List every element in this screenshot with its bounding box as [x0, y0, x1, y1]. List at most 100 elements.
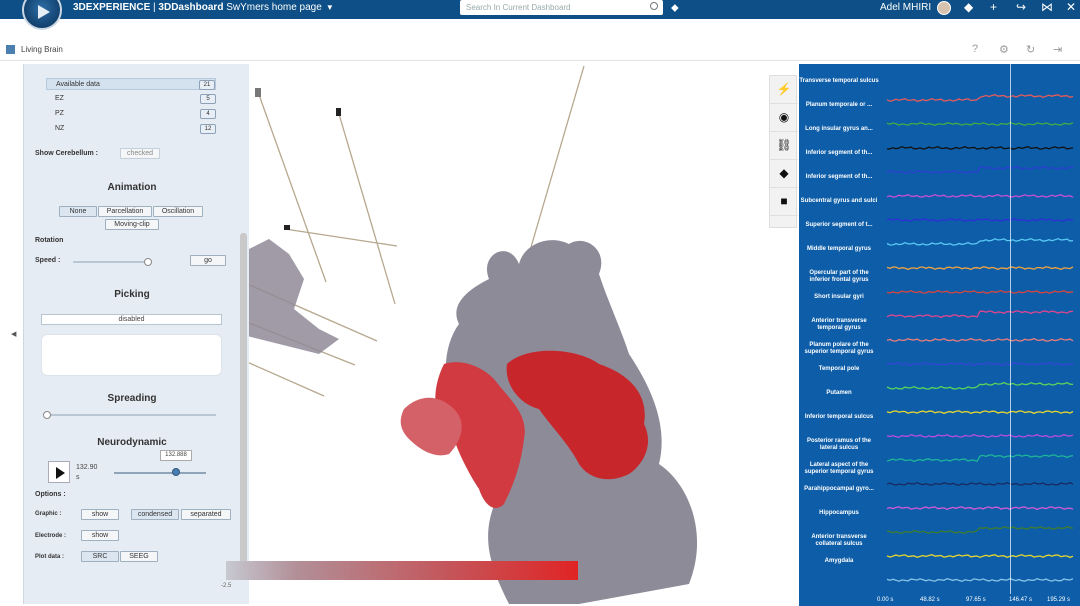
plot-src-button[interactable]: SRC: [81, 551, 119, 562]
rotation-title: Rotation: [35, 237, 64, 244]
data-count-badge: 4: [200, 109, 216, 119]
network-icon[interactable]: ⋈: [1041, 0, 1053, 14]
top-bar: 3DEXPERIENCE | 3DDashboard SwYmers home …: [0, 0, 1080, 30]
app-title[interactable]: 3DEXPERIENCE | 3DDashboard SwYmers home …: [73, 2, 334, 13]
eye-icon[interactable]: ◉: [770, 104, 798, 132]
graphic-separated-button[interactable]: separated: [181, 509, 231, 520]
data-row-label: EZ: [55, 95, 64, 102]
signal-trace: [886, 289, 1074, 294]
data-row-label: NZ: [55, 125, 65, 132]
time-value: 132.90: [76, 464, 98, 471]
plot-seeg-button[interactable]: SEEG: [120, 551, 158, 562]
picking-title: Picking: [114, 289, 150, 300]
electrode-tip: [284, 225, 290, 230]
signals-panel: Transverse temporal sulcus Planum tempora…: [799, 64, 1080, 606]
data-row[interactable]: NZ 12: [46, 123, 216, 135]
help-icon[interactable]: ?: [972, 43, 978, 55]
data-row[interactable]: PZ 4: [46, 108, 216, 120]
signal-trace: [886, 145, 1074, 150]
animation-none-button[interactable]: None: [59, 206, 97, 217]
brain-3d-viewport[interactable]: [249, 64, 799, 604]
time-cursor-line[interactable]: [1010, 64, 1011, 594]
spreading-title: Spreading: [107, 393, 157, 404]
signal-trace: [886, 266, 1074, 271]
widget-icon: [6, 45, 15, 54]
signal-trace: [886, 481, 1074, 486]
animation-moving-clip-button[interactable]: Moving-clip: [105, 219, 159, 230]
compass-logo-icon[interactable]: [22, 0, 62, 30]
signal-traces: [886, 94, 1074, 582]
search-icon[interactable]: [650, 2, 658, 10]
signal-trace: [886, 578, 1074, 582]
spreading-slider[interactable]: [46, 414, 216, 416]
data-row[interactable]: EZ 5: [46, 93, 216, 105]
data-row[interactable]: Available data 21: [46, 78, 216, 90]
tag-icon[interactable]: ⬥: [671, 2, 679, 15]
x-tick-label: 48.82 s: [920, 597, 940, 603]
brand-label: 3DEXPERIENCE: [73, 2, 151, 13]
user-name[interactable]: Adel MHIRI: [880, 2, 931, 13]
data-count-badge: 12: [200, 124, 216, 134]
signal-trace: [886, 410, 1074, 415]
electrode-label: Electrode :: [35, 533, 67, 539]
speed-slider[interactable]: [73, 261, 149, 263]
x-tick-label: 97.65 s: [966, 597, 986, 603]
signal-trace: [886, 433, 1074, 438]
animation-oscillation-button[interactable]: Oscillation: [153, 206, 203, 217]
stop-icon[interactable]: ■: [770, 188, 798, 216]
search-input[interactable]: Search In Current Dashboard: [460, 0, 663, 15]
app-label: 3DDashboard: [158, 2, 224, 13]
lightning-icon[interactable]: ⚡: [770, 76, 798, 104]
tools-icon[interactable]: ✕: [1066, 0, 1076, 14]
signal-trace: [886, 381, 1074, 390]
electrode-show-button[interactable]: show: [81, 530, 119, 541]
animation-parcellation-button[interactable]: Parcellation: [98, 206, 152, 217]
data-row-label: Available data: [56, 81, 100, 88]
play-icon[interactable]: [48, 461, 70, 483]
time-slider-thumb[interactable]: [172, 468, 180, 476]
options-title: Options :: [35, 491, 66, 498]
signal-trace: [886, 238, 1074, 246]
signal-trace: [886, 554, 1074, 559]
neurodynamic-title: Neurodynamic: [97, 437, 167, 448]
avatar[interactable]: [937, 1, 951, 15]
data-row-label: PZ: [55, 110, 64, 117]
data-count-badge: 5: [200, 94, 216, 104]
chevron-down-icon[interactable]: ▼: [326, 3, 334, 12]
tag-icon[interactable]: ◆: [770, 160, 798, 188]
go-button[interactable]: go: [190, 255, 226, 266]
plot-data-label: Plot data :: [35, 554, 65, 560]
graphic-condensed-button[interactable]: condensed: [131, 509, 179, 520]
x-tick-label: 0.00 s: [877, 597, 894, 603]
signal-trace: [886, 94, 1074, 102]
x-tick-label: 146.47 s: [1009, 597, 1033, 603]
signal-trace: [886, 362, 1074, 367]
animation-title: Animation: [107, 182, 157, 193]
collapse-panel-icon[interactable]: ◀: [11, 330, 16, 338]
electrode-tip: [255, 88, 261, 97]
gear-icon[interactable]: ⚙: [999, 43, 1009, 56]
show-cerebellum-toggle[interactable]: checked: [120, 148, 160, 159]
colorbar-min-label: -2.5: [221, 583, 232, 589]
picking-info-box: [41, 334, 222, 376]
picking-field[interactable]: disabled: [41, 314, 222, 325]
control-panel: Available data 21 EZ 5 PZ 4 NZ 12 Show C…: [23, 64, 249, 604]
spreading-slider-thumb[interactable]: [43, 411, 51, 419]
refresh-icon[interactable]: ↻: [1026, 43, 1035, 56]
signal-trace: [886, 310, 1074, 319]
signal-trace: [886, 525, 1074, 534]
link-icon[interactable]: ⛓: [770, 132, 798, 160]
forward-icon[interactable]: ↪: [1016, 0, 1026, 14]
add-icon[interactable]: +: [990, 0, 997, 14]
signal-trace: [886, 506, 1074, 511]
share-icon[interactable]: ◆: [964, 0, 973, 14]
panel-scrollbar[interactable]: [240, 233, 247, 563]
graphic-show-button[interactable]: show: [81, 509, 119, 520]
show-cerebellum-label: Show Cerebellum :: [35, 150, 99, 157]
time-slider[interactable]: [114, 472, 206, 474]
exit-icon[interactable]: ⇥: [1053, 43, 1062, 56]
signal-trace: [886, 337, 1074, 342]
widget-title: Living Brain: [21, 45, 63, 54]
speed-slider-thumb[interactable]: [144, 258, 152, 266]
electrode-tip: [336, 108, 341, 116]
